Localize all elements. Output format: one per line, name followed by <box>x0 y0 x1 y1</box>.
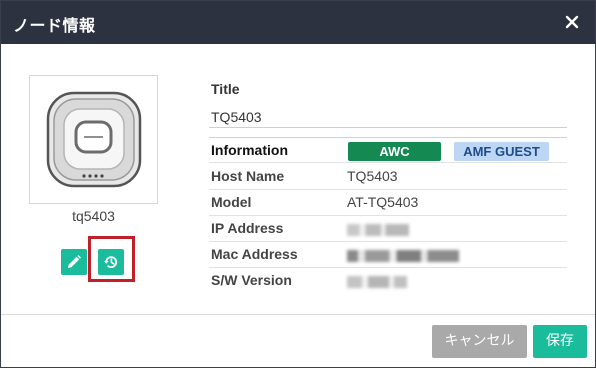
access-point-image <box>46 91 142 188</box>
mac-address-redacted <box>347 250 459 262</box>
cancel-button[interactable]: キャンセル <box>432 325 527 358</box>
model-row: Model AT-TQ5403 <box>209 190 567 216</box>
history-button-highlight <box>88 236 135 282</box>
ip-address-redacted <box>347 224 409 236</box>
pencil-icon <box>68 255 81 268</box>
host-name-value: TQ5403 <box>347 168 398 184</box>
close-icon[interactable] <box>561 11 583 33</box>
model-value: AT-TQ5403 <box>347 194 419 210</box>
title-divider <box>209 127 567 128</box>
edit-button[interactable] <box>61 249 87 275</box>
ip-address-label: IP Address <box>211 220 284 236</box>
awc-badge: AWC <box>348 142 441 161</box>
sw-version-label: S/W Version <box>211 272 292 288</box>
title-value: TQ5403 <box>211 109 262 125</box>
dialog-titlebar: ノード情報 <box>1 1 595 44</box>
host-name-row: Host Name TQ5403 <box>209 164 567 190</box>
model-label: Model <box>211 194 252 210</box>
device-image-frame <box>29 75 158 204</box>
mac-address-label: Mac Address <box>211 246 298 262</box>
title-label: Title <box>211 81 240 97</box>
node-info-dialog: ノード情報 tq5403 Title TQ5403 Information AW… <box>0 0 596 368</box>
information-label: Information <box>211 142 288 158</box>
footer-divider <box>1 314 595 315</box>
dialog-title: ノード情報 <box>13 16 96 35</box>
save-button[interactable]: 保存 <box>533 325 587 358</box>
amf-guest-badge: AMF GUEST <box>454 142 549 161</box>
sw-version-redacted <box>347 276 407 288</box>
host-name-label: Host Name <box>211 168 285 184</box>
device-name: tq5403 <box>72 208 115 224</box>
